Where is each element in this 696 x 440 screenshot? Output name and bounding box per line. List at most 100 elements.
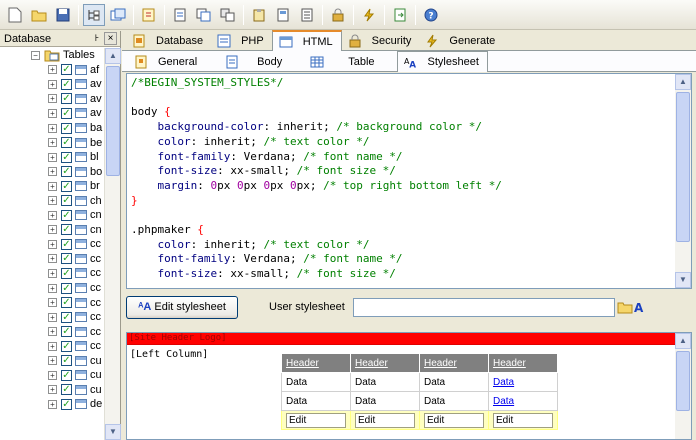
tree-table-item[interactable]: + ✓ cu [0, 353, 104, 368]
expand-icon[interactable]: + [48, 210, 57, 220]
tree-table-item[interactable]: + ✓ bo [0, 164, 104, 179]
checkbox[interactable]: ✓ [61, 93, 72, 105]
expand-icon[interactable]: + [48, 356, 57, 366]
checkbox[interactable]: ✓ [61, 398, 72, 410]
paste-icon[interactable] [248, 4, 270, 26]
expand-icon[interactable]: + [48, 196, 57, 206]
tab-stylesheet[interactable]: AA Stylesheet [396, 51, 488, 72]
tree-table-item[interactable]: + ✓ bl [0, 150, 104, 165]
edit-field[interactable]: Edit [493, 412, 553, 428]
tree-table-item[interactable]: + ✓ cn [0, 208, 104, 223]
tab-security[interactable]: Security [342, 31, 420, 50]
tree-table-item[interactable]: + ✓ ba [0, 121, 104, 136]
table-header[interactable]: Header [350, 353, 420, 373]
expand-icon[interactable]: + [48, 312, 57, 322]
expand-icon[interactable]: + [48, 341, 57, 351]
expand-icon[interactable]: + [48, 181, 57, 191]
close-icon[interactable]: × [104, 32, 117, 45]
scroll-up-icon[interactable]: ▲ [105, 48, 121, 64]
expand-icon[interactable]: + [48, 298, 57, 308]
expand-icon[interactable]: + [48, 327, 57, 337]
checkbox[interactable]: ✓ [61, 355, 72, 367]
checkbox[interactable]: ✓ [61, 107, 72, 119]
tree-table-item[interactable]: + ✓ cc [0, 252, 104, 267]
export-icon[interactable] [389, 4, 411, 26]
edit-field[interactable]: Edit [286, 412, 346, 428]
tree-view-icon[interactable] [83, 3, 105, 26]
tree-table-item[interactable]: + ✓ cc [0, 324, 104, 339]
help-icon[interactable]: ? [420, 4, 442, 26]
expand-icon[interactable]: + [48, 167, 57, 177]
tree-root-tables[interactable]: − Tables [0, 48, 104, 63]
tree-table-item[interactable]: + ✓ av [0, 77, 104, 92]
edit-field[interactable]: Edit [424, 412, 484, 428]
new-file-icon[interactable] [4, 4, 26, 26]
scroll-thumb[interactable] [676, 351, 690, 411]
expand-icon[interactable]: + [48, 283, 57, 293]
save-icon[interactable] [52, 4, 74, 26]
expand-icon[interactable]: + [48, 152, 57, 162]
checkbox[interactable]: ✓ [61, 64, 72, 76]
edit-stylesheet-button[interactable]: ᴬA Edit stylesheet [126, 295, 238, 319]
open-folder-icon[interactable] [28, 4, 50, 26]
expand-icon[interactable]: + [48, 239, 57, 249]
tree-table-item[interactable]: + ✓ ch [0, 193, 104, 208]
tree-table-item[interactable]: + ✓ be [0, 135, 104, 150]
tab-database[interactable]: Database [126, 31, 211, 50]
checkbox[interactable]: ✓ [61, 122, 72, 134]
expand-icon[interactable]: + [48, 399, 57, 409]
edit-field[interactable]: Edit [355, 412, 415, 428]
checkbox[interactable]: ✓ [61, 151, 72, 163]
editor-scrollbar[interactable]: ▲ ▼ [675, 74, 691, 288]
tree-table-item[interactable]: + ✓ de [0, 397, 104, 412]
expand-icon[interactable]: + [48, 268, 57, 278]
checkbox[interactable]: ✓ [61, 195, 72, 207]
table-header[interactable]: Header [419, 353, 489, 373]
list-icon[interactable] [296, 4, 318, 26]
checkbox[interactable]: ✓ [61, 297, 72, 309]
checkbox[interactable]: ✓ [61, 209, 72, 221]
user-stylesheet-input[interactable] [352, 297, 615, 317]
tree-table-item[interactable]: + ✓ av [0, 92, 104, 107]
tree-table-item[interactable]: + ✓ af [0, 63, 104, 78]
checkbox[interactable]: ✓ [61, 326, 72, 338]
preview-scrollbar[interactable]: ▲ [675, 333, 691, 439]
stylesheet-icon[interactable]: A [633, 300, 647, 314]
checkbox[interactable]: ✓ [61, 137, 72, 149]
window-icon[interactable] [107, 4, 129, 26]
tree-table-item[interactable]: + ✓ av [0, 106, 104, 121]
checkbox[interactable]: ✓ [61, 384, 72, 396]
checkbox[interactable]: ✓ [61, 340, 72, 352]
expand-icon[interactable]: + [48, 123, 57, 133]
page-icon[interactable] [169, 4, 191, 26]
scroll-thumb[interactable] [676, 92, 690, 242]
tree-table-item[interactable]: + ✓ cc [0, 266, 104, 281]
scroll-up-icon[interactable]: ▲ [675, 333, 691, 349]
expand-icon[interactable]: + [48, 225, 57, 235]
checkbox[interactable]: ✓ [61, 78, 72, 90]
scroll-thumb[interactable] [106, 66, 120, 176]
multi-copy-icon[interactable] [217, 4, 239, 26]
copy-icon[interactable] [193, 4, 215, 26]
checkbox[interactable]: ✓ [61, 253, 72, 265]
expand-icon[interactable]: + [48, 79, 57, 89]
tree-table-item[interactable]: + ✓ cc [0, 281, 104, 296]
tree-table-item[interactable]: + ✓ cn [0, 223, 104, 238]
stylesheet-editor[interactable]: /*BEGIN_SYSTEM_STYLES*/ body { backgroun… [126, 73, 692, 289]
expand-icon[interactable]: + [48, 370, 57, 380]
table-header[interactable]: Header [488, 353, 558, 373]
generate-icon[interactable] [358, 4, 380, 26]
expand-icon[interactable]: + [48, 108, 57, 118]
scroll-down-icon[interactable]: ▼ [675, 272, 691, 288]
open-folder-icon[interactable] [617, 300, 633, 314]
scroll-down-icon[interactable]: ▼ [105, 424, 121, 440]
collapse-icon[interactable]: − [31, 50, 40, 60]
checkbox[interactable]: ✓ [61, 238, 72, 250]
code-text[interactable]: /*BEGIN_SYSTEM_STYLES*/ body { backgroun… [127, 74, 691, 282]
tab-generate[interactable]: Generate [419, 31, 503, 50]
table-header[interactable]: Header [281, 353, 351, 373]
tree-table-item[interactable]: + ✓ cc [0, 339, 104, 354]
checkbox[interactable]: ✓ [61, 267, 72, 279]
checkbox[interactable]: ✓ [61, 166, 72, 178]
checkbox[interactable]: ✓ [61, 224, 72, 236]
